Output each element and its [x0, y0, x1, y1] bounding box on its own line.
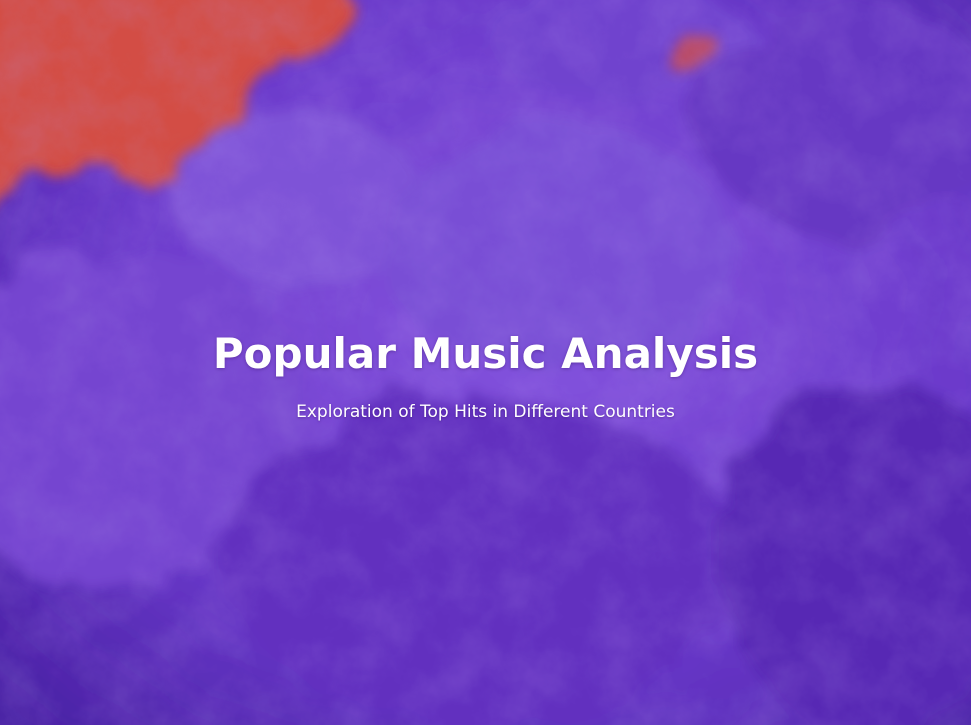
page-subtitle: Exploration of Top Hits in Different Cou… — [296, 402, 675, 422]
hero-text-block: Popular Music Analysis Exploration of To… — [0, 326, 971, 424]
page-title: Popular Music Analysis — [212, 329, 759, 378]
hero-section: Popular Music Analysis Exploration of To… — [0, 0, 971, 725]
